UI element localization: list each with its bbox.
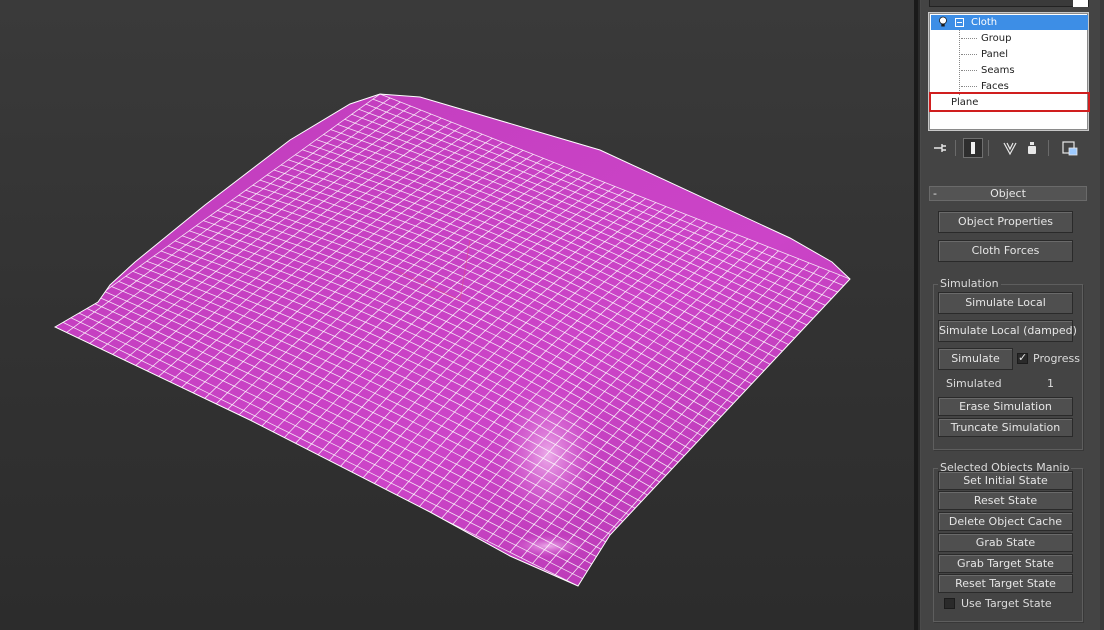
remove-modifier-icon[interactable] [1022, 138, 1042, 158]
make-unique-icon[interactable] [1000, 138, 1020, 158]
stack-subitem-label: Faces [981, 81, 1009, 92]
progress-label: Progress [1033, 352, 1080, 365]
simulated-value: 1 [1047, 377, 1054, 390]
simulated-label: Simulated [946, 377, 1002, 390]
object-properties-button[interactable]: Object Properties [938, 211, 1073, 233]
simulate-local-button[interactable]: Simulate Local [938, 292, 1073, 314]
reset-target-state-button[interactable]: Reset Target State [938, 574, 1073, 593]
stack-item-cloth[interactable]: Cloth [931, 15, 1088, 30]
panel-scrollbar[interactable] [1100, 0, 1104, 630]
show-end-result-icon[interactable] [963, 138, 983, 158]
stack-subitem-panel[interactable]: Panel [961, 47, 1008, 62]
reset-state-button[interactable]: Reset State [938, 491, 1073, 510]
viewport-perspective[interactable] [0, 0, 914, 630]
stack-subitem-group[interactable]: Group [961, 31, 1012, 46]
tree-connector [959, 30, 960, 95]
object-color-swatch[interactable] [1073, 0, 1088, 7]
configure-sets-icon[interactable] [1060, 138, 1080, 158]
collapse-icon[interactable] [955, 18, 964, 27]
erase-simulation-button[interactable]: Erase Simulation [938, 397, 1073, 416]
rollout-collapse-icon: - [933, 187, 937, 200]
cloth-forces-button[interactable]: Cloth Forces [938, 240, 1073, 262]
lightbulb-icon[interactable] [938, 16, 948, 28]
progress-checkbox[interactable] [1017, 351, 1028, 364]
grab-state-button[interactable]: Grab State [938, 533, 1073, 552]
cloth-surface [53, 93, 851, 587]
object-rollout-header[interactable]: - Object [929, 186, 1087, 201]
cloth-mesh-render [53, 93, 851, 587]
rollout-title: Object [990, 187, 1026, 200]
object-name-field[interactable] [929, 0, 1089, 7]
command-panel: Cloth Group Panel Seams Faces Plane - Ob… [921, 0, 1104, 630]
use-target-state-checkbox[interactable] [944, 598, 955, 609]
simulate-local-damped-button[interactable]: Simulate Local (damped) [938, 320, 1077, 342]
stack-subitem-label: Seams [981, 65, 1015, 76]
stack-subitem-label: Panel [981, 49, 1008, 60]
stack-subitem-label: Group [981, 33, 1012, 44]
truncate-simulation-button[interactable]: Truncate Simulation [938, 418, 1073, 437]
plane-highlight-box [929, 92, 1090, 112]
pin-stack-icon[interactable] [930, 138, 950, 158]
simulate-button[interactable]: Simulate [938, 348, 1013, 370]
grab-target-state-button[interactable]: Grab Target State [938, 554, 1073, 573]
use-target-state-label: Use Target State [961, 597, 1052, 610]
stack-toolbar [928, 136, 1098, 160]
stack-item-label: Cloth [971, 17, 998, 28]
delete-object-cache-button[interactable]: Delete Object Cache [938, 512, 1073, 531]
set-initial-state-button[interactable]: Set Initial State [938, 471, 1073, 490]
simulation-group-title: Simulation [938, 277, 1001, 291]
stack-subitem-seams[interactable]: Seams [961, 63, 1015, 78]
modifier-stack[interactable]: Cloth Group Panel Seams Faces Plane [928, 12, 1090, 131]
